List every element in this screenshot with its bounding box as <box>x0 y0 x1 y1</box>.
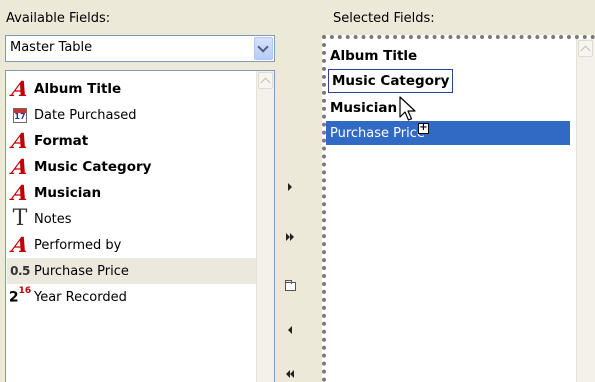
list-item-format[interactable]: A Format <box>7 128 257 154</box>
list-item-notes[interactable]: T Notes <box>7 206 257 232</box>
selected-item-music-category[interactable]: Music Category <box>328 69 454 93</box>
text-field-icon: A <box>10 154 30 179</box>
arrow-left-icon <box>290 370 294 378</box>
text-field-icon: A <box>10 180 30 205</box>
list-item-label: Music Category <box>34 159 152 175</box>
decimal-field-icon: 0.5 <box>10 264 30 278</box>
list-item-music-category[interactable]: A Music Category <box>7 154 257 180</box>
folder-icon <box>284 279 296 291</box>
chevron-down-icon[interactable] <box>254 37 273 60</box>
list-item-date-purchased[interactable]: 17 Date Purchased <box>7 102 257 128</box>
available-fields-label: Available Fields: <box>6 11 111 26</box>
list-item-purchase-price[interactable]: 0.5 Purchase Price <box>7 258 257 284</box>
selected-fields-list[interactable]: Album Title Music Category Musician Purc… <box>322 35 595 382</box>
list-item-label: Notes <box>34 211 72 227</box>
available-fields-list[interactable]: A Album Title 17 Date Purchased A Format… <box>5 70 275 382</box>
calendar-icon: 17 <box>13 107 27 123</box>
table-select-value: Master Table <box>10 40 93 55</box>
list-item-label: Album Title <box>34 81 122 97</box>
vertical-scrollbar[interactable] <box>256 71 274 382</box>
list-item-label: Year Recorded <box>34 289 127 305</box>
selected-item-purchase-price[interactable]: Purchase Price <box>326 121 570 145</box>
list-item-album-title[interactable]: A Album Title <box>7 76 257 102</box>
list-item-performed-by[interactable]: A Performed by <box>7 232 257 258</box>
arrow-right-icon <box>290 233 294 241</box>
integer-field-icon: 216 <box>8 285 32 306</box>
list-item-label: Purchase Price <box>34 263 129 279</box>
scroll-up-button[interactable] <box>578 40 593 57</box>
list-item-label: Musician <box>34 185 102 201</box>
selected-fields-label: Selected Fields: <box>333 11 435 26</box>
add-all-fields-button[interactable] <box>282 229 298 245</box>
arrow-right-icon <box>288 183 292 191</box>
add-related-button[interactable] <box>282 278 298 294</box>
list-item-label: Format <box>34 133 89 149</box>
drag-copy-plus-icon: + <box>418 122 429 134</box>
selected-item-musician[interactable]: Musician <box>330 96 397 120</box>
list-item-label: Performed by <box>34 237 122 253</box>
memo-field-icon: T <box>12 206 28 231</box>
table-select[interactable]: Master Table <box>5 35 275 62</box>
vertical-scrollbar[interactable] <box>576 39 595 382</box>
add-field-button[interactable] <box>282 179 298 195</box>
selected-item-album-title[interactable]: Album Title <box>330 44 417 68</box>
remove-all-fields-button[interactable] <box>282 366 298 382</box>
remove-field-button[interactable] <box>282 322 298 338</box>
scroll-up-button[interactable] <box>258 72 273 89</box>
text-field-icon: A <box>10 128 30 153</box>
drag-cursor-icon <box>399 96 416 121</box>
text-field-icon: A <box>10 232 30 257</box>
arrow-left-icon <box>288 326 292 334</box>
text-field-icon: A <box>10 76 30 101</box>
list-item-musician[interactable]: A Musician <box>7 180 257 206</box>
list-item-year-recorded[interactable]: 216 Year Recorded <box>7 284 257 310</box>
list-item-label: Date Purchased <box>34 107 137 123</box>
